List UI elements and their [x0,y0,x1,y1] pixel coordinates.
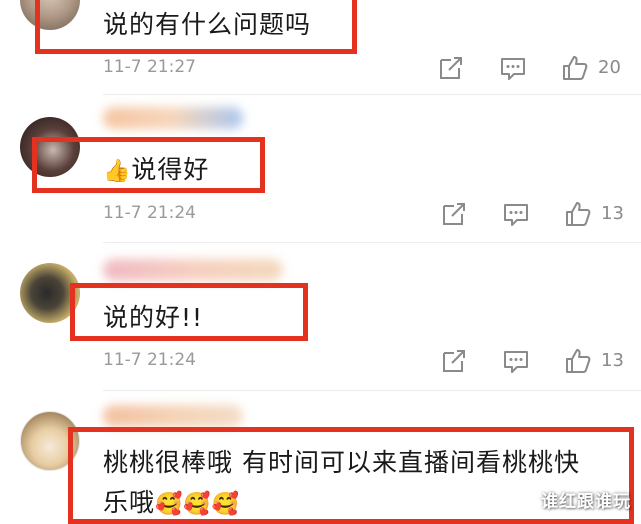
comment-feed: 说的有什么问题吗 11-7 21:27 20 👍说得好 11-7 21:24 1… [0,0,641,524]
comment-text-body: 乐哦 [103,488,156,517]
comment-text: 👍说得好 [103,150,209,186]
username[interactable] [103,405,243,427]
comment-text: 乐哦🥰🥰🥰 [103,483,240,519]
comment-text: 说的有什么问题吗 [103,10,312,39]
comment-icon[interactable] [502,200,530,228]
comment-text: 说的好!! [103,303,204,332]
comment-text-body: 说得好 [131,155,210,184]
comment-text: 桃桃很棒哦 有时间可以来直播间看桃桃快 [103,448,580,477]
share-icon[interactable] [440,200,468,228]
comment-icon[interactable] [499,54,527,82]
smiling-face-emoji: 🥰🥰🥰 [155,492,241,517]
like-count: 13 [601,203,624,224]
timestamp: 11-7 21:27 [103,57,196,77]
username[interactable] [103,259,283,281]
comment-item: 说的有什么问题吗 11-7 21:27 20 [0,0,641,95]
comment-meta: 11-7 21:27 20 [0,54,641,84]
thumbs-up-icon[interactable] [561,54,589,82]
comment-item: 👍说得好 11-7 21:24 13 [0,95,641,243]
thumbs-up-icon[interactable] [564,347,592,375]
comment-meta: 11-7 21:24 13 [0,347,641,377]
comment-item: 说的好!! 11-7 21:24 13 [0,243,641,391]
comment-icon[interactable] [502,347,530,375]
thumbs-up-emoji: 👍 [103,159,132,184]
timestamp: 11-7 21:24 [103,350,196,370]
username[interactable] [103,107,243,129]
thumbs-up-icon[interactable] [564,200,592,228]
share-icon[interactable] [437,54,465,82]
like-count: 20 [598,57,621,78]
share-icon[interactable] [440,347,468,375]
like-count: 13 [601,350,624,371]
watermark: 谁红跟谁玩 [541,492,631,512]
timestamp: 11-7 21:24 [103,203,196,223]
comment-meta: 11-7 21:24 13 [0,200,641,230]
